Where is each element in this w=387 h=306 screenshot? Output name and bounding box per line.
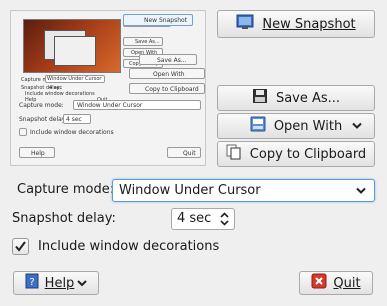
preview-delay-value-lg: 4 sec [66,116,82,123]
preview-new-snapshot-text: New Snapshot [144,17,188,24]
snapshot-delay-label: Snapshot delay: [12,211,116,226]
checkmark-icon [15,241,26,252]
save-as-label: Save As... [275,90,341,106]
open-with-icon [250,116,266,136]
preview-open-with-text: Open With [153,71,185,78]
preview-desktop-image [23,19,121,73]
quit-button[interactable]: Quit [299,271,373,295]
include-decorations-checkbox[interactable] [12,238,29,255]
snapshot-delay-spinbox[interactable]: 4 sec [171,208,235,230]
snapshot-delay-value: 4 sec [177,211,212,226]
preview-include-label-lg: Include window decorations [30,129,114,136]
preview-capture-label-lg: Capture mode: [19,102,64,109]
capture-mode-value: Window Under Cursor [119,183,261,198]
spin-arrows-icon[interactable] [220,212,229,226]
svg-text:?: ? [29,277,34,288]
capture-mode-label: Capture mode: [17,182,115,197]
preview-check-lg [19,128,27,136]
open-with-label: Open With [273,118,343,134]
floppy-disk-icon [252,88,268,108]
quit-icon [311,273,327,293]
new-snapshot-button[interactable]: New Snapshot [217,10,375,38]
preview-capture-value-lg: Window Under Cursor [77,102,143,109]
chevron-down-icon [77,276,88,291]
preview-delay-label-lg: Snapshot delay: [19,116,67,123]
help-label: Help [44,275,75,291]
save-as-button[interactable]: Save As... [217,85,375,111]
help-button[interactable]: ? Help [13,271,99,295]
copy-icon [226,144,242,164]
copy-to-clipboard-button[interactable]: Copy to Clipboard [217,141,375,167]
screenshot-icon [236,14,254,34]
preview-window [54,36,96,66]
preview-save-label: Save As... [135,39,160,45]
preview-quit-text: Quit [183,150,196,157]
snapshot-preview[interactable]: New Snapshot Save As... Open With Copy t… [10,10,206,166]
preview-save-as-text: Save As... [157,57,187,64]
copy-to-clipboard-label: Copy to Clipboard [249,146,367,162]
preview-copy-text: Copy to Clipboard [145,86,199,93]
help-book-icon: ? [25,273,39,293]
capture-mode-select[interactable]: Window Under Cursor [112,179,375,202]
open-with-button[interactable]: Open With [217,113,375,139]
new-snapshot-label: New Snapshot [262,16,356,32]
quit-label: Quit [333,275,361,291]
preview-capture-value: Window Under Cursor [47,76,102,82]
preview-help-text: Help [31,150,45,157]
chevron-down-icon [356,180,366,201]
chevron-down-icon [352,119,362,134]
include-decorations-label: Include window decorations [38,239,220,254]
